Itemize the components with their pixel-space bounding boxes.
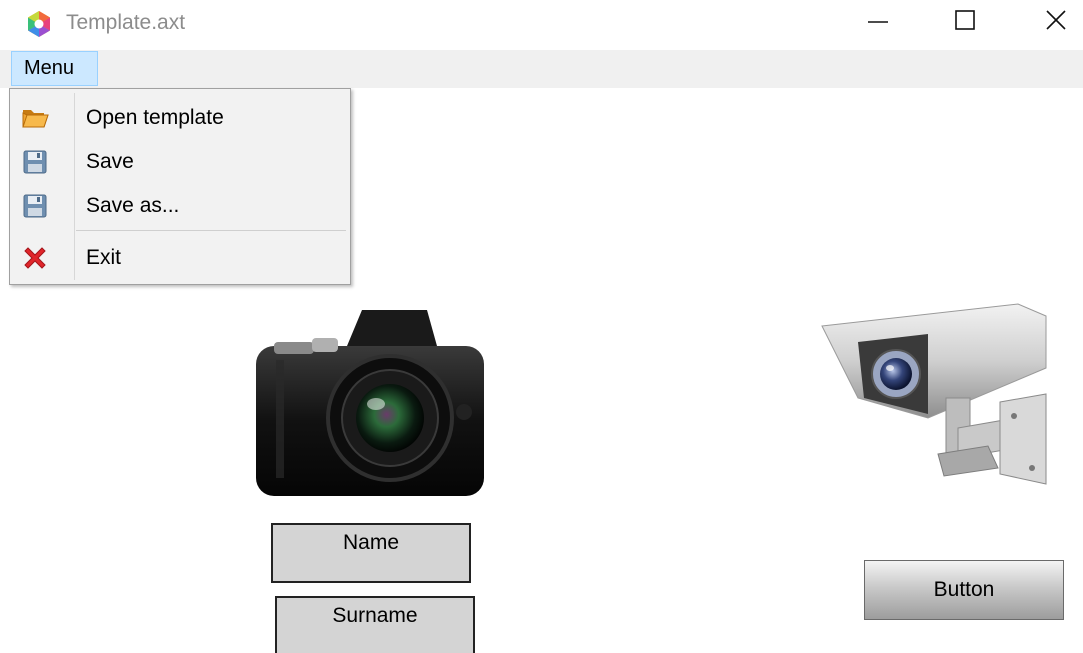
name-field[interactable]: Name — [271, 523, 471, 583]
camera-image — [256, 310, 484, 496]
folder-open-icon — [22, 110, 49, 128]
menu-bar: Menu — [0, 50, 1083, 88]
menu-item-label: Open template — [86, 106, 224, 129]
menu-dropdown: Open template Save Save as... Exit — [9, 88, 351, 285]
menu-item-label: Exit — [86, 246, 122, 269]
floppy-disk-icon — [23, 194, 47, 218]
menu-item-save-as[interactable]: Save as... — [12, 185, 348, 225]
menu-button[interactable]: Menu — [11, 51, 98, 86]
action-button[interactable]: Button — [864, 560, 1064, 620]
security-camera-image — [821, 303, 1047, 485]
menu-item-exit[interactable]: Exit — [12, 237, 348, 277]
minimize-icon — [868, 21, 888, 23]
menu-item-label: Save — [86, 150, 134, 173]
close-icon — [1046, 10, 1066, 30]
close-button[interactable] — [1033, 0, 1079, 40]
floppy-disk-icon — [23, 150, 47, 174]
red-x-icon — [24, 247, 46, 269]
menu-item-label: Save as... — [86, 194, 180, 217]
menu-separator — [76, 230, 346, 231]
maximize-button[interactable] — [942, 0, 988, 40]
minimize-button[interactable] — [855, 0, 901, 40]
window-title: Template.axt — [66, 11, 186, 34]
surname-field[interactable]: Surname — [275, 596, 475, 653]
title-bar: Template.axt — [0, 0, 1083, 50]
menu-item-open-template[interactable]: Open template — [12, 97, 348, 137]
maximize-icon — [955, 10, 975, 30]
menu-item-save[interactable]: Save — [12, 141, 348, 181]
app-logo-icon — [28, 11, 50, 37]
